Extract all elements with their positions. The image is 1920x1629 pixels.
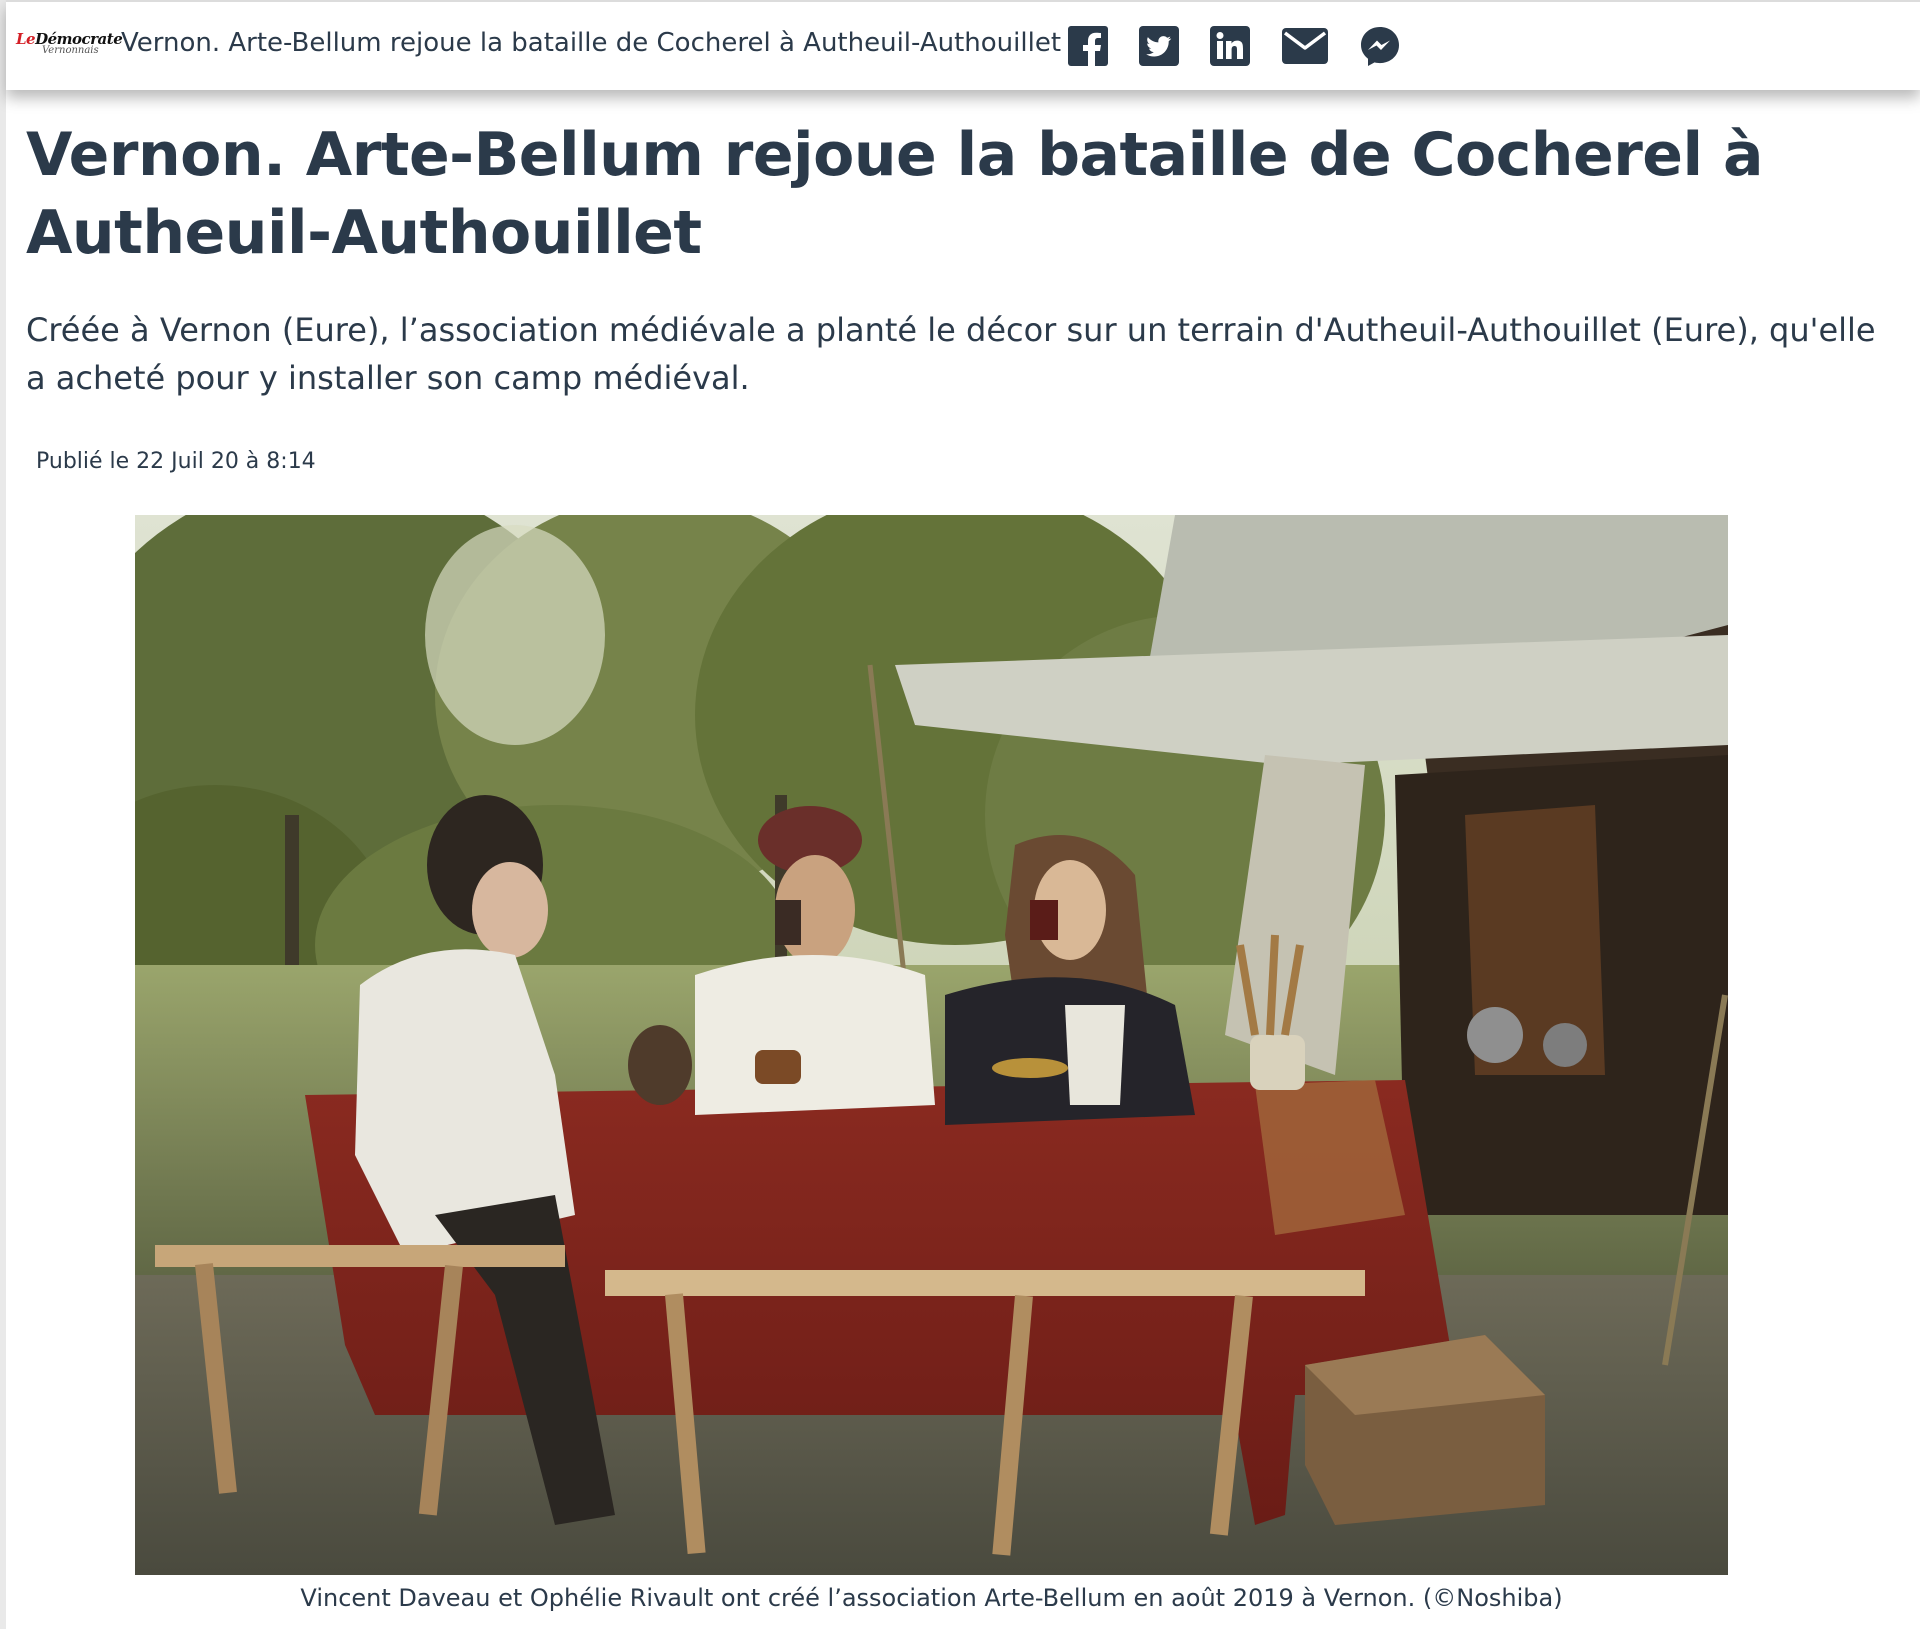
article-lead: Créée à Vernon (Eure), l’association méd… xyxy=(26,311,1876,397)
article-photo[interactable] xyxy=(135,515,1728,1575)
share-messenger-button[interactable] xyxy=(1358,24,1402,68)
messenger-icon xyxy=(1361,27,1399,66)
page-left-border xyxy=(0,0,6,1629)
facebook-icon xyxy=(1068,26,1108,66)
sticky-header: LeDémocrate Vernonnais Vernon. Arte-Bell… xyxy=(6,0,1920,90)
mail-icon xyxy=(1282,28,1328,64)
logo-le: Le xyxy=(16,30,36,48)
twitter-icon xyxy=(1139,26,1179,66)
linkedin-icon xyxy=(1210,26,1250,66)
share-twitter-button[interactable] xyxy=(1137,24,1181,68)
medieval-camp-photo xyxy=(135,515,1728,1575)
share-email-button[interactable] xyxy=(1281,24,1329,68)
share-linkedin-button[interactable] xyxy=(1208,24,1252,68)
article-headline: Vernon. Arte-Bellum rejoue la bataille d… xyxy=(26,120,1763,268)
header-article-title: Vernon. Arte-Bellum rejoue la bataille d… xyxy=(121,28,1062,58)
site-logo[interactable]: LeDémocrate Vernonnais xyxy=(16,30,123,60)
publication-date: Publié le 22 Juil 20 à 8:14 xyxy=(36,449,316,474)
share-facebook-button[interactable] xyxy=(1066,24,1110,68)
photo-caption: Vincent Daveau et Ophélie Rivault ont cr… xyxy=(300,1584,1563,1612)
logo-subtitle: Vernonnais xyxy=(42,45,99,56)
